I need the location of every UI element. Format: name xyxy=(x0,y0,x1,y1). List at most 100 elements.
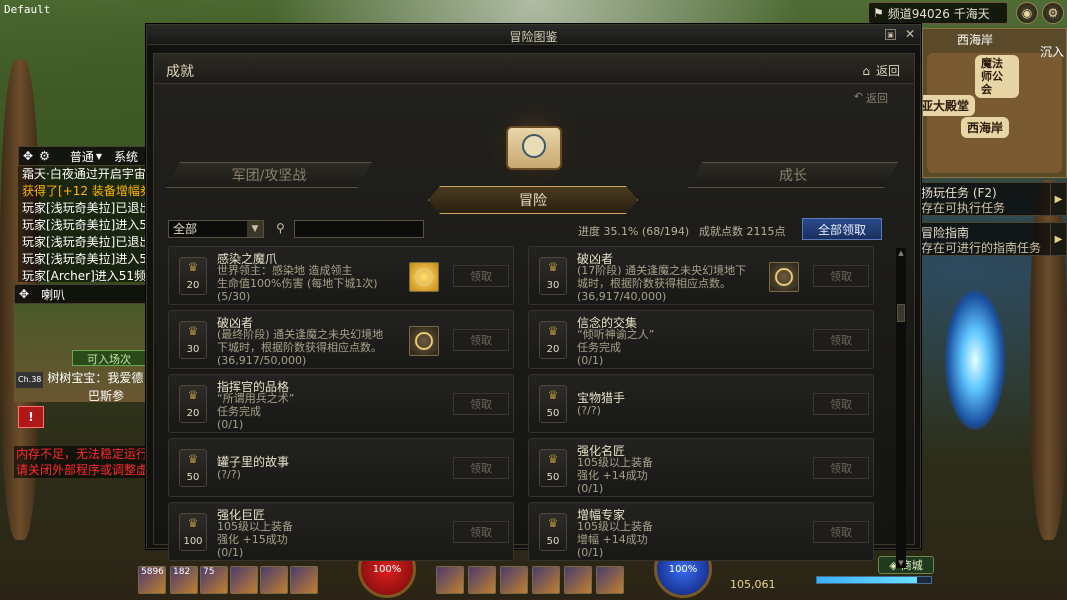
skill-slot[interactable] xyxy=(564,566,592,594)
minimap[interactable]: 西海岸 沉入 魔法师公会 亚大殿堂 西海岸 xyxy=(922,28,1067,178)
claim-button[interactable]: 领取 xyxy=(813,265,869,287)
trophy-icon: ♛ xyxy=(547,452,559,466)
desc-line: 105级以上装备 xyxy=(217,520,293,533)
achievement-points: 50 xyxy=(546,536,560,547)
play-arrow-icon[interactable]: ▶ xyxy=(1050,182,1067,216)
quest-panel[interactable]: 扬玩任务 (F2) 存在可执行任务 xyxy=(914,182,1052,216)
window-titlebar[interactable]: 冒险图鉴 ▣ ✕ xyxy=(147,25,920,45)
chat-tab-normal[interactable]: 普通 xyxy=(70,148,94,165)
return-icon: ↶ xyxy=(853,90,863,103)
trophy-icon: ♛ xyxy=(547,516,559,530)
gear-icon[interactable]: ⚙ xyxy=(39,149,50,163)
search-icon[interactable]: ⚲ xyxy=(276,221,290,235)
claim-all-button[interactable]: 全部领取 xyxy=(802,218,882,240)
skill-slot[interactable] xyxy=(500,566,528,594)
skill-slot[interactable] xyxy=(260,566,288,594)
warning-icon[interactable]: ! xyxy=(18,406,44,428)
achievement-desc: 105级以上装备 强化 +14成功 (0/1) xyxy=(577,456,767,495)
skill-slot[interactable]: 75 xyxy=(200,566,228,594)
skill-slot[interactable] xyxy=(596,566,624,594)
settings-icon[interactable]: ⚙ xyxy=(1042,2,1064,24)
achievement-progress: (0/1) xyxy=(217,546,244,559)
achievement-points: 20 xyxy=(186,280,200,291)
scroll-up-icon[interactable]: ▲ xyxy=(896,248,906,258)
scrollbar[interactable]: ▲ ▼ xyxy=(896,248,906,568)
horn-tab[interactable]: ✥ 喇叭 xyxy=(14,284,154,304)
achievement-list: ♛ 20 感染之魔爪 世界领主：感染地 造成领主 生命值100%伤害 (每地下城1次)(… xyxy=(168,246,888,566)
chat-log[interactable]: 霜天·白夜通过开启宇宙 获得了[+12 装备增幅券] 玩家[浅玩奇美拉]已退出 玩家[… xyxy=(18,166,154,282)
chat-tab-system[interactable]: 系统 xyxy=(114,148,138,165)
back-button[interactable]: ⌂ 返回 xyxy=(862,62,900,79)
achievement-desc: (最终阶段) 通关逢魔之未央幻境地 下城时，根据阶数获得相应点数。 (36,917/… xyxy=(217,328,407,367)
section-title: 成就 xyxy=(166,64,194,80)
globe-icon[interactable]: ◉ xyxy=(1016,2,1038,24)
chevron-down-icon[interactable]: ▼ xyxy=(247,221,263,237)
desc-line: (17阶段) 通关逢魔之未央幻境地下 xyxy=(577,264,747,277)
chat-line: 获得了[+12 装备增幅券] xyxy=(22,184,154,198)
claim-button[interactable]: 领取 xyxy=(813,329,869,351)
claim-button[interactable]: 领取 xyxy=(813,393,869,415)
tab-growth[interactable]: 成长 xyxy=(688,162,898,188)
scroll-thumb[interactable] xyxy=(897,304,905,322)
reward-icon[interactable] xyxy=(409,326,439,356)
achievement-desc: “所谓用兵之术” 任务完成 (0/1) xyxy=(217,392,407,431)
warning-line: 内存不足，无法稳定运行 xyxy=(16,447,149,461)
skill-slot[interactable] xyxy=(532,566,560,594)
move-icon[interactable]: ✥ xyxy=(23,149,33,163)
achievement-progress: (?/?) xyxy=(577,404,601,417)
scroll-down-icon[interactable]: ▼ xyxy=(896,558,906,568)
minimize-icon[interactable]: ▣ xyxy=(885,29,896,40)
claim-button[interactable]: 领取 xyxy=(453,265,509,287)
achievement-points: 100 xyxy=(183,536,203,547)
skill-slot[interactable] xyxy=(230,566,258,594)
desc-line: “所谓用兵之术” xyxy=(217,392,295,405)
reward-glyph xyxy=(775,268,793,286)
claim-button[interactable]: 领取 xyxy=(813,457,869,479)
skill-count: 5896 xyxy=(141,567,164,577)
achievement-desc: 105级以上装备 增幅 +14成功 (0/1) xyxy=(577,520,767,559)
back-label: 返回 xyxy=(875,64,900,78)
tab-adventure[interactable]: 冒险 xyxy=(428,186,638,214)
skill-slot[interactable]: 5896 xyxy=(138,566,166,594)
home-icon: ⌂ xyxy=(862,63,870,78)
claim-button[interactable]: 领取 xyxy=(453,329,509,351)
play-arrow-icon[interactable]: ▶ xyxy=(1050,222,1067,256)
achievement-card: ♛ 100 强化巨匠 105级以上装备 强化 +15成功 (0/1) 领取 xyxy=(168,502,514,561)
minimap-title: 西海岸 xyxy=(957,33,994,47)
desc-line: 增幅 +14成功 xyxy=(577,533,648,546)
filter-dropdown[interactable]: 全部 ▼ xyxy=(168,220,264,238)
chat-line: 玩家[浅玩奇美拉]已退出 xyxy=(22,201,152,215)
claim-button[interactable]: 领取 xyxy=(453,521,509,543)
guide-desc: 存在可进行的指南任务 xyxy=(921,241,1042,255)
back-link[interactable]: ↶ 返回 xyxy=(854,90,888,106)
trophy-icon: ♛ xyxy=(547,260,559,274)
achievement-card: ♛ 50 宝物猎手 (?/?) 领取 xyxy=(528,374,874,433)
search-input[interactable] xyxy=(294,220,424,238)
claim-button[interactable]: 领取 xyxy=(453,393,509,415)
chevron-down-icon[interactable]: ▼ xyxy=(96,152,102,161)
desc-line: 生命值100%伤害 (每地下城1次) xyxy=(217,277,378,290)
skill-slot[interactable] xyxy=(468,566,496,594)
minimap-place: 西海岸 xyxy=(961,117,1010,138)
trophy-icon: ♛ xyxy=(547,388,559,402)
tab-legion[interactable]: 军团/攻坚战 xyxy=(166,162,372,188)
achievement-progress: (0/1) xyxy=(577,354,604,367)
minimap-place: 魔法师公会 xyxy=(975,55,1019,98)
achievement-card: ♛ 50 罐子里的故事 (?/?) 领取 xyxy=(168,438,514,497)
move-icon[interactable]: ✥ xyxy=(19,287,29,301)
skill-slot[interactable]: 182 xyxy=(170,566,198,594)
achievement-card: ♛ 50 强化名匠 105级以上装备 强化 +14成功 (0/1) 领取 xyxy=(528,438,874,497)
claim-button[interactable]: 领取 xyxy=(813,521,869,543)
chat-line: 玩家[浅玩奇美拉]已退出 xyxy=(22,235,152,249)
chat-line: 玩家[Archer]进入51频 xyxy=(22,269,147,282)
skill-slot[interactable] xyxy=(436,566,464,594)
close-icon[interactable]: ✕ xyxy=(903,27,917,41)
guide-panel[interactable]: 冒险指南 存在可进行的指南任务 xyxy=(914,222,1052,256)
channel-display[interactable]: ⚑ 频道94026 千海天 xyxy=(868,2,1008,24)
skill-slot[interactable] xyxy=(290,566,318,594)
claim-button[interactable]: 领取 xyxy=(453,457,509,479)
horn-text: 树树宝宝：我爱德 xyxy=(47,371,144,385)
reward-icon[interactable] xyxy=(409,262,439,292)
reward-icon[interactable] xyxy=(769,262,799,292)
chat-line: 玩家[浅玩奇美拉]进入5 xyxy=(22,252,147,266)
